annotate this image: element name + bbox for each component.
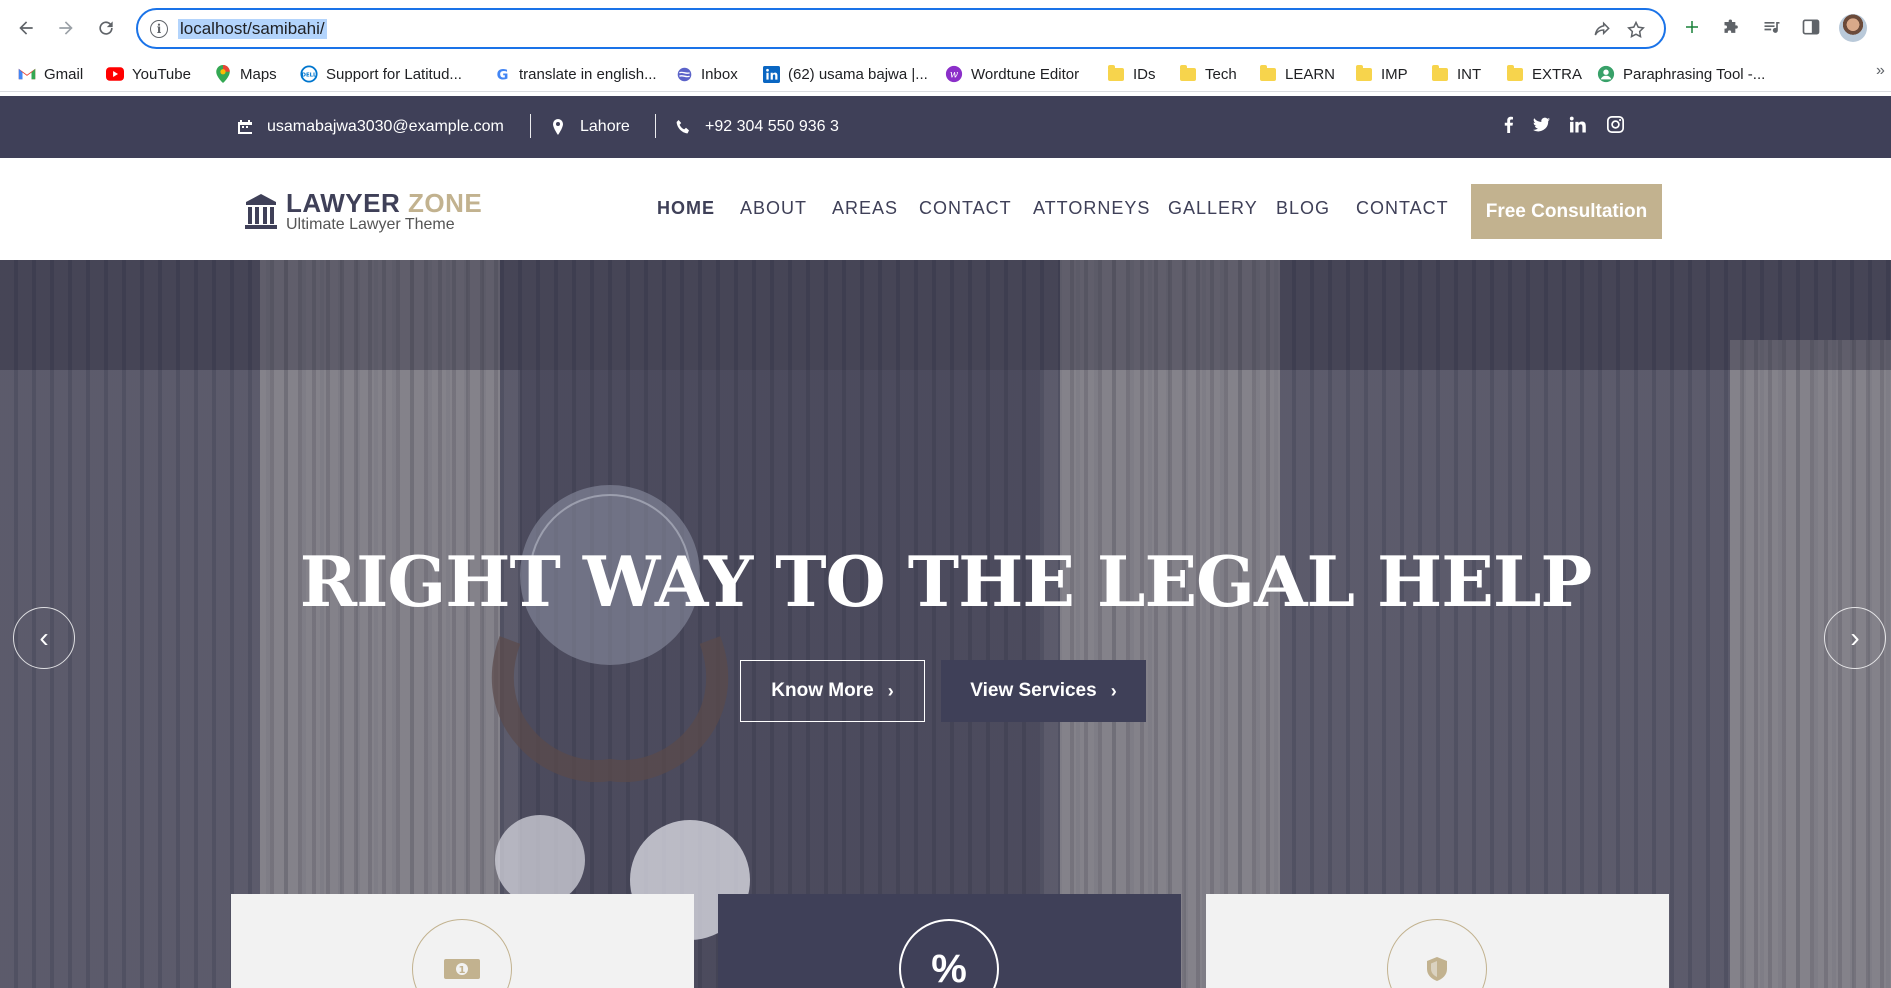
side-panel-icon[interactable] [1800, 16, 1822, 38]
chevron-right-icon: › [887, 680, 894, 701]
back-icon[interactable] [12, 14, 40, 42]
view-services-button[interactable]: View Services › [941, 660, 1146, 722]
instagram-icon[interactable] [1605, 114, 1625, 134]
extensions-puzzle-icon[interactable] [1721, 16, 1743, 38]
folder-icon [1506, 64, 1524, 83]
facebook-icon[interactable] [1498, 114, 1518, 134]
topbar-divider [655, 114, 656, 138]
hero-slider: RIGHT WAY TO THE LEGAL HELP Know More › V… [0, 260, 1891, 988]
nav-gallery[interactable]: GALLERY [1168, 198, 1258, 219]
address-bar[interactable]: i localhost/samibahi/ [136, 8, 1666, 49]
wordtune-icon: w [945, 65, 963, 83]
know-more-button[interactable]: Know More › [740, 660, 925, 722]
free-consultation-button[interactable]: Free Consultation [1471, 184, 1662, 239]
browser-toolbar: i localhost/samibahi/ [0, 0, 1891, 56]
folder-icon [1107, 64, 1125, 83]
folder-icon [1179, 64, 1197, 83]
google-icon: G [493, 65, 511, 83]
calendar-icon [238, 120, 252, 134]
chevron-left-icon: ‹ [39, 622, 49, 653]
bookmark-inbox[interactable]: Inbox [675, 62, 738, 86]
gmail-icon [18, 65, 36, 83]
logo-word-lawyer: LAWYER [286, 188, 401, 218]
bookmark-folder-imp[interactable]: IMP [1355, 62, 1408, 86]
logo-tagline: Ultimate Lawyer Theme [286, 216, 455, 233]
phone-icon [676, 120, 689, 134]
money-icon: 1 [412, 919, 512, 988]
slider-next-button[interactable]: › [1824, 607, 1886, 669]
site-header: LAWYER ZONE Ultimate Lawyer Theme HOME A… [0, 158, 1891, 260]
bookmark-dell-support[interactable]: DELL Support for Latitud... [300, 62, 462, 86]
site-logo[interactable]: LAWYER ZONE Ultimate Lawyer Theme [244, 188, 482, 236]
url-text[interactable]: localhost/samibahi/ [178, 19, 327, 39]
bookmark-translate[interactable]: G translate in english... [493, 62, 657, 86]
svg-text:G: G [496, 67, 508, 82]
topbar-divider [530, 114, 531, 138]
dell-icon: DELL [300, 65, 318, 83]
chevron-right-icon: › [1110, 680, 1117, 701]
linkedin-icon [762, 65, 780, 83]
bookmark-linkedin[interactable]: (62) usama bajwa |... [762, 62, 928, 86]
bookmark-paraphrasing-tool[interactable]: Paraphrasing Tool -... [1597, 62, 1765, 86]
slider-prev-button[interactable]: ‹ [13, 607, 75, 669]
percent-icon: % [899, 919, 999, 988]
linkedin-icon[interactable] [1567, 114, 1587, 134]
twitter-icon[interactable] [1531, 114, 1551, 134]
bookmark-folder-ids[interactable]: IDs [1107, 62, 1156, 86]
map-pin-icon [553, 119, 563, 135]
bookmarks-bar: Gmail YouTube Maps DELL Support for Lati… [0, 56, 1891, 92]
svg-text:w: w [950, 70, 959, 81]
topbar-email[interactable]: usamabajwa3030@example.com [237, 96, 504, 158]
paraphrase-icon [1597, 65, 1615, 83]
folder-icon [1431, 64, 1449, 83]
chevron-right-icon: › [1850, 622, 1860, 653]
nav-home[interactable]: HOME [657, 198, 715, 219]
hero-title: RIGHT WAY TO THE LEGAL HELP [299, 542, 1592, 623]
logo-word-zone: ZONE [407, 188, 483, 218]
youtube-icon [106, 65, 124, 83]
bookmark-folder-tech[interactable]: Tech [1179, 62, 1237, 86]
inbox-icon [675, 65, 693, 83]
bookmark-maps[interactable]: Maps [214, 62, 277, 86]
courthouse-icon [245, 194, 277, 229]
bookmark-youtube[interactable]: YouTube [106, 62, 191, 86]
svg-text:DELL: DELL [302, 73, 318, 79]
bookmark-star-icon[interactable] [1626, 20, 1646, 40]
feature-card-1[interactable]: 1 [231, 894, 694, 988]
shield-icon [1387, 919, 1487, 988]
nav-attorneys[interactable]: ATTORNEYS [1033, 198, 1150, 219]
bookmark-folder-learn[interactable]: LEARN [1259, 62, 1335, 86]
feature-card-2[interactable]: % [718, 894, 1181, 988]
site-info-icon[interactable]: i [150, 20, 168, 38]
nav-contact-2[interactable]: CONTACT [1356, 198, 1449, 219]
share-icon[interactable] [1592, 20, 1612, 40]
reload-icon[interactable] [92, 14, 120, 42]
bookmarks-overflow-icon[interactable]: » [1876, 62, 1885, 80]
nav-about[interactable]: ABOUT [740, 198, 807, 219]
topbar-phone[interactable]: +92 304 550 936 3 [675, 96, 839, 158]
nav-contact[interactable]: CONTACT [919, 198, 1012, 219]
media-controls-icon[interactable] [1761, 16, 1783, 38]
nav-blog[interactable]: BLOG [1276, 198, 1330, 219]
folder-icon [1355, 64, 1373, 83]
bookmark-gmail[interactable]: Gmail [18, 62, 83, 86]
forward-icon[interactable] [52, 14, 80, 42]
topbar-location: Lahore [550, 96, 630, 158]
folder-icon [1259, 64, 1277, 83]
profile-avatar[interactable] [1839, 14, 1867, 42]
hero-entablature [0, 260, 1891, 370]
bookmark-folder-extra[interactable]: EXTRA [1506, 62, 1582, 86]
maps-icon [214, 65, 232, 83]
feature-card-3[interactable] [1206, 894, 1669, 988]
bookmark-wordtune[interactable]: w Wordtune Editor [945, 62, 1079, 86]
svg-text:1: 1 [459, 965, 466, 976]
add-extension-icon[interactable] [1681, 16, 1703, 38]
bookmark-folder-int[interactable]: INT [1431, 62, 1481, 86]
nav-areas[interactable]: AREAS [832, 198, 898, 219]
